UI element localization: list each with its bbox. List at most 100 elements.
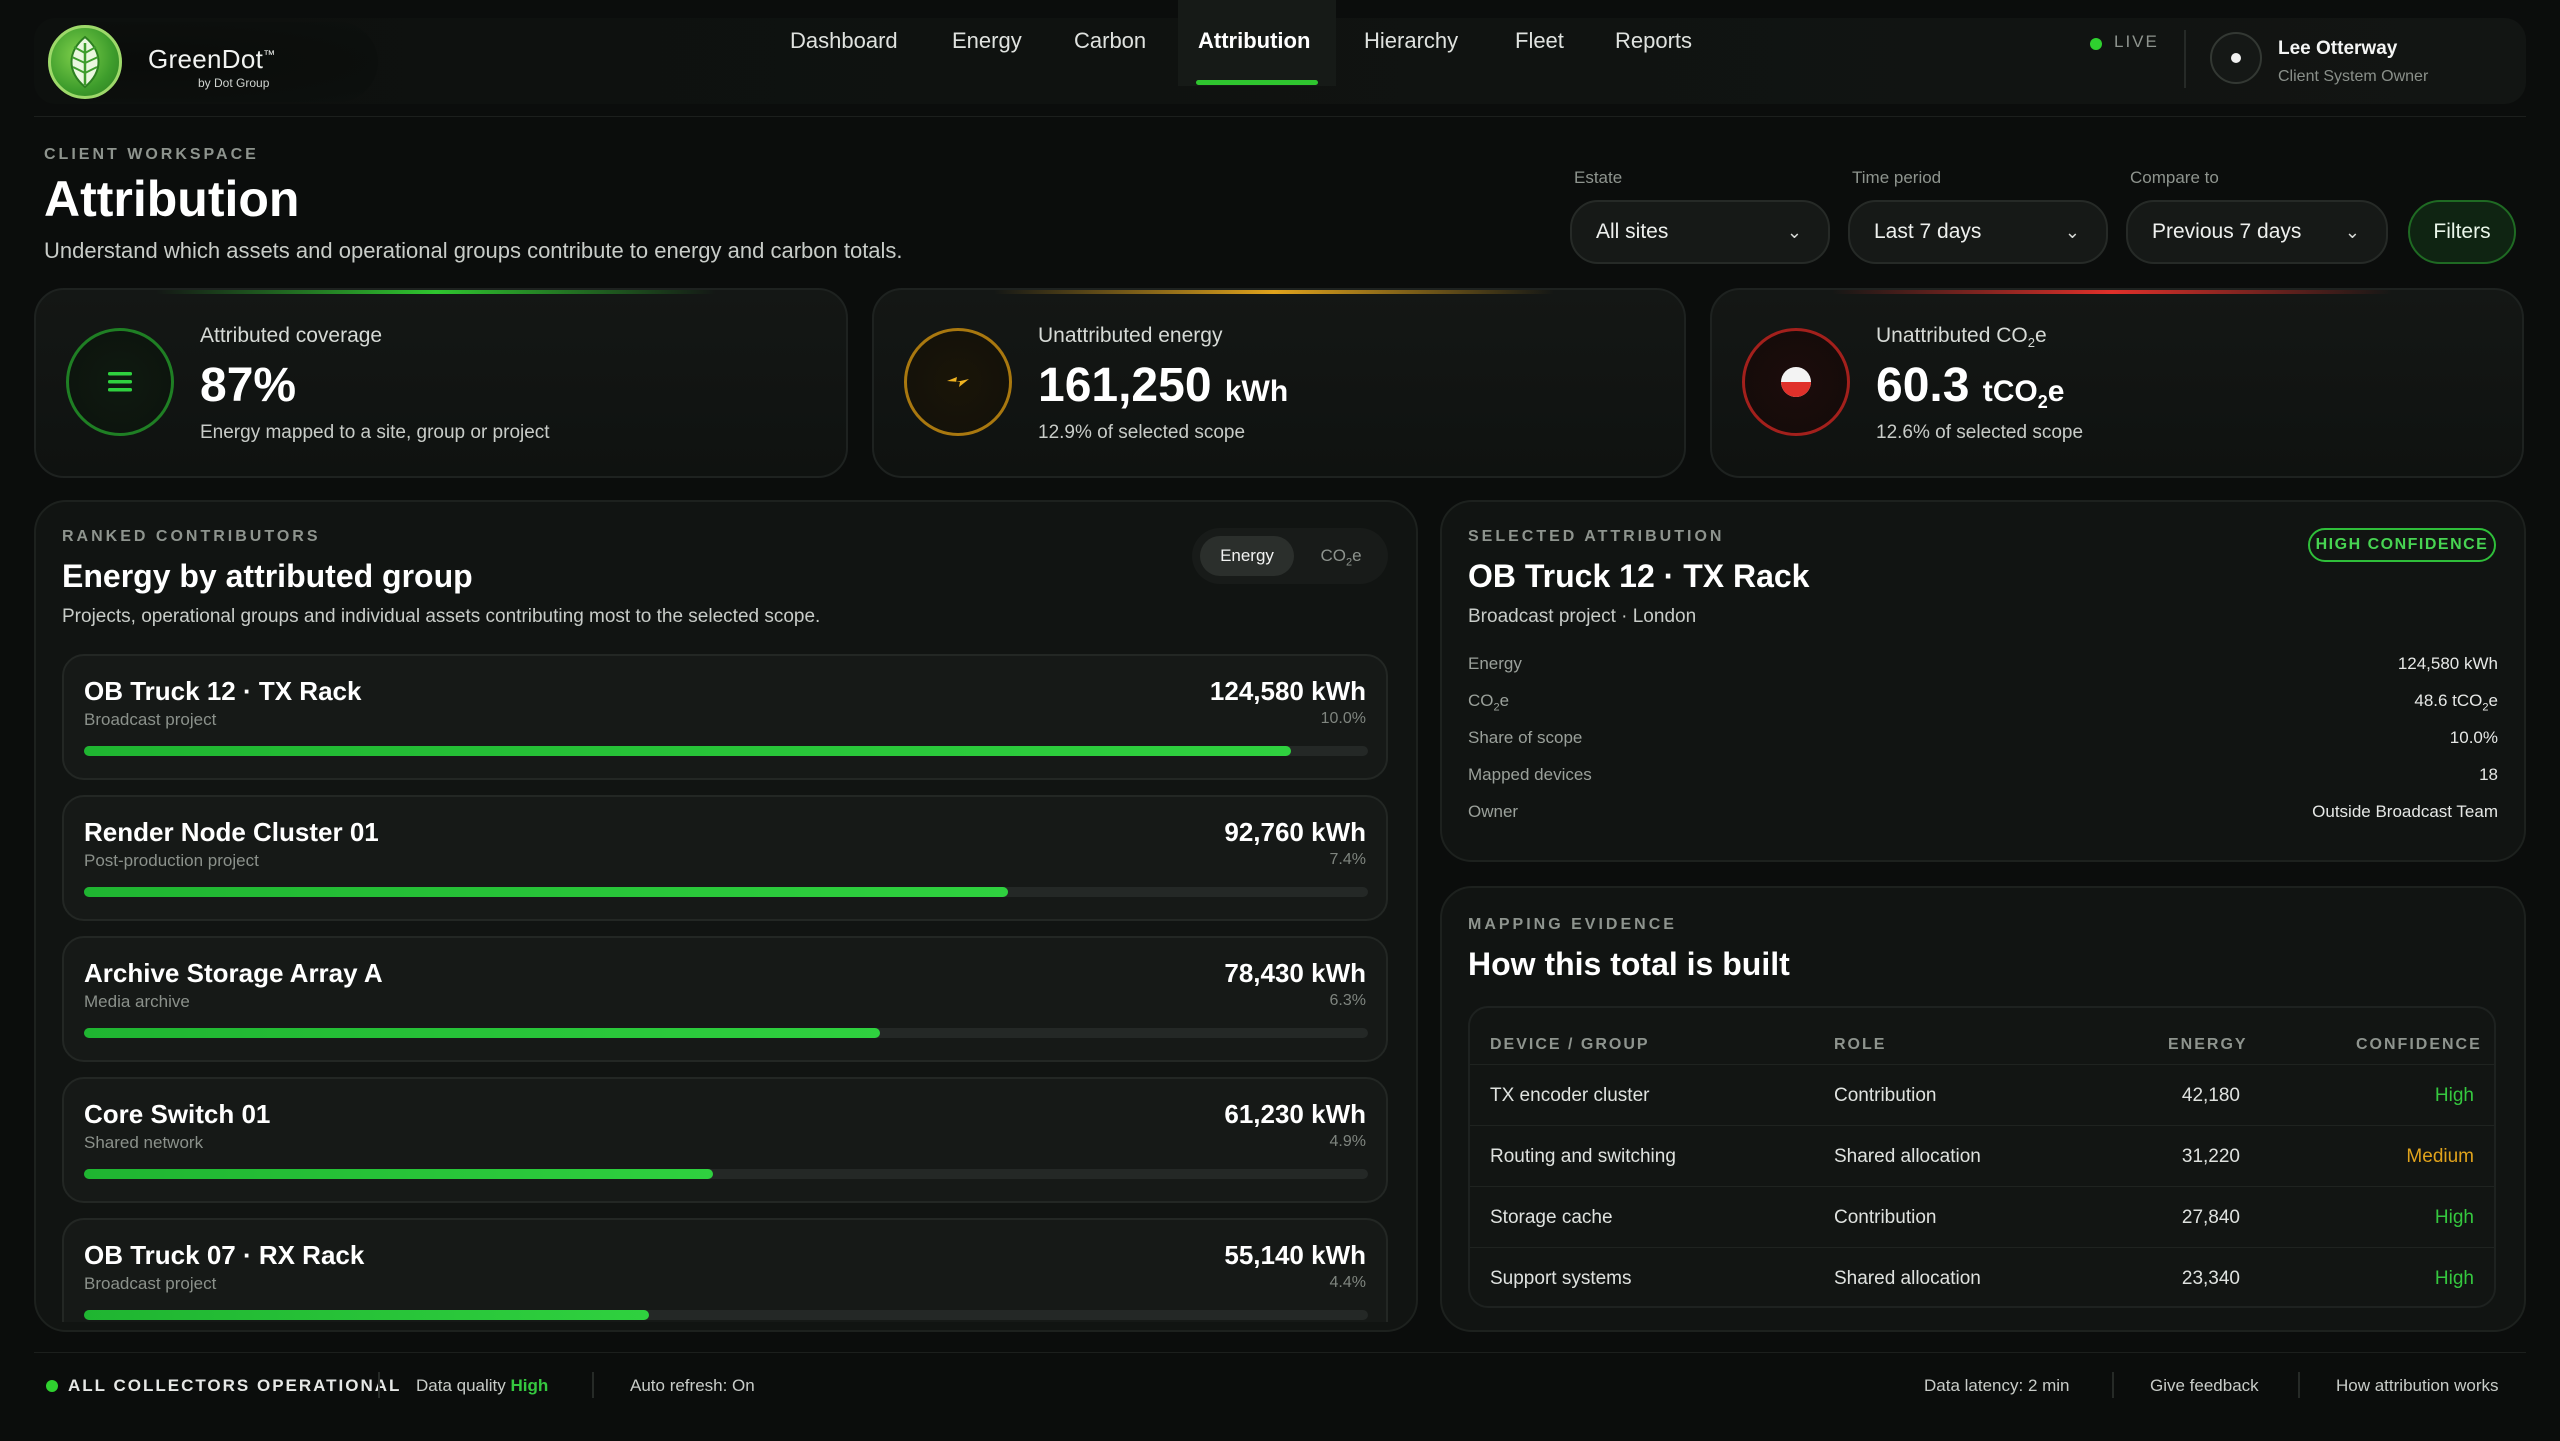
user-status-dot-icon	[2231, 53, 2241, 63]
cell-role: Shared allocation	[1834, 1146, 1981, 1167]
how-attribution-works-link[interactable]: How attribution works	[2336, 1376, 2499, 1396]
nav-item-reports[interactable]: Reports	[1615, 28, 1692, 54]
field-label: CO2e	[1468, 691, 1509, 713]
column-header-role[interactable]: ROLE	[1834, 1036, 1886, 1054]
field-label: Mapped devices	[1468, 765, 1592, 784]
nav-item-carbon[interactable]: Carbon	[1074, 28, 1146, 54]
nav-item-energy[interactable]: Energy	[952, 28, 1022, 54]
contributor-name: OB Truck 07 · RX Rack	[84, 1240, 365, 1270]
contributor-type: Broadcast project	[84, 710, 217, 729]
kpi-unit-text: tCO	[1982, 375, 2038, 408]
cell-confidence: High	[2434, 1207, 2474, 1228]
lightning-bolt-icon	[904, 328, 1012, 436]
column-header-confidence[interactable]: CONFIDENCE	[2356, 1036, 2482, 1054]
status-dot-icon	[46, 1380, 58, 1392]
column-header-device[interactable]: DEVICE / GROUP	[1490, 1036, 1650, 1054]
cell-role: Shared allocation	[1834, 1268, 1981, 1289]
divider	[2298, 1372, 2300, 1398]
field-value: 124,580 kWh	[2397, 654, 2498, 673]
confidence-badge: HIGH CONFIDENCE	[2308, 528, 2496, 562]
contributor-bar-fill	[84, 1310, 649, 1320]
toggle-energy[interactable]: Energy	[1200, 536, 1294, 576]
kpi-subtext: 12.6% of selected scope	[1876, 422, 2084, 443]
selected-subtitle: Broadcast project · London	[1468, 606, 1697, 627]
kpi-value: 60.3 tCO2e	[1876, 358, 2064, 413]
field-value-suffix: e	[2488, 691, 2498, 710]
table-row[interactable]: Storage cache Contribution 27,840 High	[1470, 1186, 2494, 1247]
contributor-row[interactable]: Archive Storage Array A Media archive 78…	[62, 936, 1388, 1062]
cell-device: TX encoder cluster	[1490, 1085, 1650, 1106]
kpi-value-number: 161,250	[1038, 359, 1212, 412]
auto-refresh-status[interactable]: Auto refresh: On	[630, 1376, 755, 1396]
table-row[interactable]: Routing and switching Shared allocation …	[1470, 1125, 2494, 1186]
kpi-label-suffix: e	[2034, 324, 2047, 347]
page-description: Understand which assets and operational …	[44, 238, 903, 263]
contributor-type: Shared network	[84, 1133, 204, 1152]
kpi-label: Unattributed energy	[1038, 324, 1223, 347]
brand-name: GreenDot™	[148, 44, 276, 74]
field-label: Owner	[1468, 802, 1519, 821]
page-eyebrow: CLIENT WORKSPACE	[44, 146, 259, 163]
contributor-share: 10.0%	[1320, 710, 1366, 727]
kpi-label-subscript: 2	[2027, 335, 2035, 351]
field-label: Share of scope	[1468, 728, 1583, 747]
cell-confidence: High	[2434, 1268, 2474, 1289]
table-row[interactable]: TX encoder cluster Contribution 42,180 H…	[1470, 1064, 2494, 1125]
panel-description: Projects, operational groups and individ…	[62, 606, 821, 627]
panel-eyebrow: MAPPING EVIDENCE	[1468, 916, 1677, 933]
contributor-type: Media archive	[84, 992, 190, 1011]
kpi-subtext: Energy mapped to a site, group or projec…	[200, 422, 550, 443]
kpi-unit-suffix: e	[2047, 375, 2065, 408]
nav-item-hierarchy[interactable]: Hierarchy	[1364, 28, 1458, 54]
give-feedback-link[interactable]: Give feedback	[2150, 1376, 2259, 1396]
compare-to-select[interactable]: Previous 7 days ⌄	[2126, 200, 2388, 264]
kpi-label-text: Unattributed CO	[1876, 324, 2028, 347]
user-role: Client System Owner	[2278, 68, 2429, 85]
compare-to-select-value: Previous 7 days	[2152, 220, 2302, 243]
contributor-row[interactable]: Render Node Cluster 01 Post-production p…	[62, 795, 1388, 921]
contributor-type: Broadcast project	[84, 1274, 217, 1293]
contributor-row[interactable]: Core Switch 01 Shared network 61,230 kWh…	[62, 1077, 1388, 1203]
kpi-value-number: 60.3	[1876, 359, 1970, 412]
contributor-share: 4.9%	[1329, 1133, 1366, 1150]
nav-item-attribution[interactable]: Attribution	[1198, 28, 1310, 54]
column-header-energy[interactable]: ENERGY	[2168, 1036, 2248, 1054]
collectors-status: ALL COLLECTORS OPERATIONAL	[68, 1376, 402, 1395]
kpi-card-unattributed-energy: Unattributed energy 161,250 kWh 12.9% of…	[872, 288, 1686, 478]
estate-select[interactable]: All sites ⌄	[1570, 200, 1830, 264]
field-value: 10.0%	[2449, 728, 2498, 747]
kpi-unit-subscript: 2	[2037, 392, 2048, 412]
cell-role: Contribution	[1834, 1085, 1937, 1106]
kpi-value: 87%	[200, 359, 297, 412]
filters-button[interactable]: Filters	[2408, 200, 2516, 264]
nav-active-indicator	[1196, 80, 1318, 85]
panel-title: Energy by attributed group	[62, 558, 473, 594]
cell-device: Routing and switching	[1490, 1146, 1676, 1167]
cell-energy: 27,840	[2181, 1207, 2240, 1228]
live-indicator: LIVE	[2114, 32, 2159, 51]
brand-byline: by Dot Group	[198, 76, 270, 90]
divider	[2112, 1372, 2114, 1398]
contributor-name: Render Node Cluster 01	[84, 817, 379, 847]
data-quality-label: Data quality	[416, 1376, 506, 1395]
estate-select-value: All sites	[1596, 220, 1669, 243]
contributor-energy: 61,230 kWh	[1224, 1099, 1366, 1129]
nav-item-fleet[interactable]: Fleet	[1515, 28, 1564, 54]
data-quality: Data quality High	[416, 1376, 548, 1396]
contributor-row[interactable]: OB Truck 07 · RX Rack Broadcast project …	[62, 1218, 1388, 1322]
kpi-label: Unattributed CO2e	[1876, 324, 2047, 350]
kpi-card-attributed-coverage: Attributed coverage 87% Energy mapped to…	[34, 288, 848, 478]
contributor-row[interactable]: OB Truck 12 · TX Rack Broadcast project …	[62, 654, 1388, 780]
toggle-co2e[interactable]: CO2e	[1300, 536, 1382, 576]
panel-eyebrow: SELECTED ATTRIBUTION	[1468, 528, 1725, 545]
nav-item-dashboard[interactable]: Dashboard	[790, 28, 898, 54]
kpi-accent-line	[994, 290, 1554, 294]
brand-logo[interactable]: GreenDot™ by Dot Group	[48, 22, 378, 102]
contributor-name: OB Truck 12 · TX Rack	[84, 676, 362, 706]
cell-energy: 23,340	[2181, 1268, 2240, 1289]
table-row[interactable]: Support systems Shared allocation 23,340…	[1470, 1247, 2494, 1308]
kpi-value: 161,250 kWh	[1038, 358, 1288, 413]
time-period-select[interactable]: Last 7 days ⌄	[1848, 200, 2108, 264]
kpi-card-unattributed-co2e: Unattributed CO2e 60.3 tCO2e 12.6% of se…	[1710, 288, 2524, 478]
user-name[interactable]: Lee Otterway	[2278, 38, 2397, 60]
